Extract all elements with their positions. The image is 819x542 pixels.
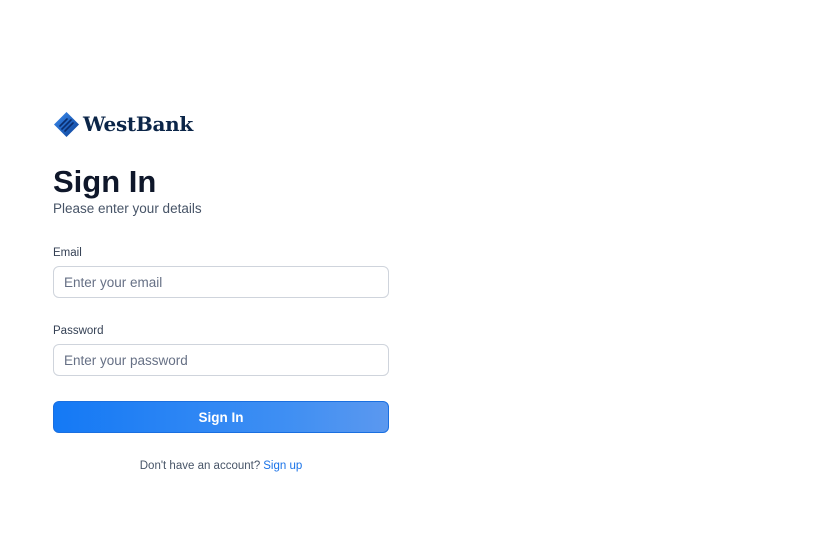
signup-prompt-text: Don't have an account? <box>139 460 261 472</box>
sign-in-button[interactable]: Sign In <box>53 401 389 433</box>
brand-name: WestBank <box>83 112 193 136</box>
page-title: Sign In <box>53 164 157 199</box>
diamond-logo-icon <box>53 111 80 138</box>
email-label: Email <box>53 247 82 259</box>
password-field[interactable] <box>53 344 389 376</box>
signup-prompt: Don't have an account? Sign up <box>53 460 389 472</box>
page-subtitle: Please enter your details <box>53 201 202 216</box>
sign-in-panel: WestBank Sign In Please enter your detai… <box>53 110 389 472</box>
sign-up-link[interactable]: Sign up <box>263 460 302 472</box>
password-label: Password <box>53 325 104 337</box>
sign-in-page: WestBank Sign In Please enter your detai… <box>0 0 819 542</box>
brand-header: WestBank <box>53 110 389 138</box>
email-field[interactable] <box>53 266 389 298</box>
